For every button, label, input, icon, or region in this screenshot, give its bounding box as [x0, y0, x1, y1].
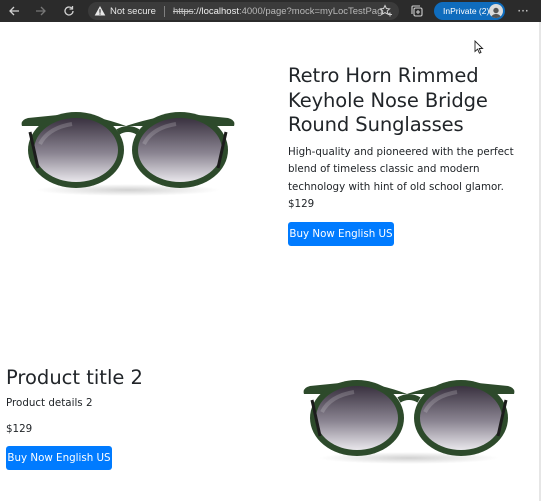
- url-host: ://localhost: [193, 5, 239, 17]
- product-title: Product title 2: [6, 366, 143, 389]
- product-card-1: Retro Horn Rimmed Keyhole Nose Bridge Ro…: [288, 64, 532, 196]
- buy-now-button[interactable]: Buy Now English US: [6, 446, 112, 470]
- buy-now-button[interactable]: Buy Now English US: [288, 222, 394, 246]
- inprivate-label: InPrivate (2): [443, 6, 490, 16]
- more-menu-button[interactable]: ···: [514, 0, 532, 22]
- collections-icon[interactable]: [410, 4, 424, 18]
- back-button[interactable]: [4, 0, 24, 22]
- url-scheme: https: [172, 5, 194, 17]
- address-divider: [163, 5, 165, 17]
- product-details: High-quality and pioneered with the perf…: [288, 145, 514, 193]
- profile-icon: [490, 7, 502, 18]
- security-status[interactable]: Not secure: [110, 6, 156, 17]
- product-image-sunglasses: [303, 380, 515, 464]
- add-favorite-icon[interactable]: [379, 4, 393, 18]
- arrow-left-icon: [9, 6, 19, 16]
- reload-button[interactable]: [59, 0, 79, 22]
- address-bar[interactable]: Not secure https://localhost:4000/page?m…: [88, 2, 399, 20]
- browser-toolbar: Not secure https://localhost:4000/page?m…: [0, 0, 541, 22]
- product-details: Product details 2: [6, 397, 93, 409]
- url-path: :4000/page?mock=myLocTestPag...: [238, 5, 391, 17]
- arrow-right-icon: [36, 6, 46, 16]
- url-text[interactable]: https://localhost:4000/page?mock=myLocTe…: [173, 6, 393, 17]
- inprivate-profile-button[interactable]: InPrivate (2): [434, 2, 505, 20]
- product-price: $129: [288, 198, 315, 210]
- product-title: Retro Horn Rimmed Keyhole Nose Bridge Ro…: [288, 64, 488, 136]
- reload-icon: [64, 6, 74, 16]
- forward-button[interactable]: [31, 0, 51, 22]
- avatar: [489, 4, 503, 18]
- product-price: $129: [6, 423, 33, 435]
- mouse-cursor-icon: [474, 40, 484, 54]
- warning-icon: [94, 6, 106, 16]
- product-image-sunglasses: [21, 112, 235, 196]
